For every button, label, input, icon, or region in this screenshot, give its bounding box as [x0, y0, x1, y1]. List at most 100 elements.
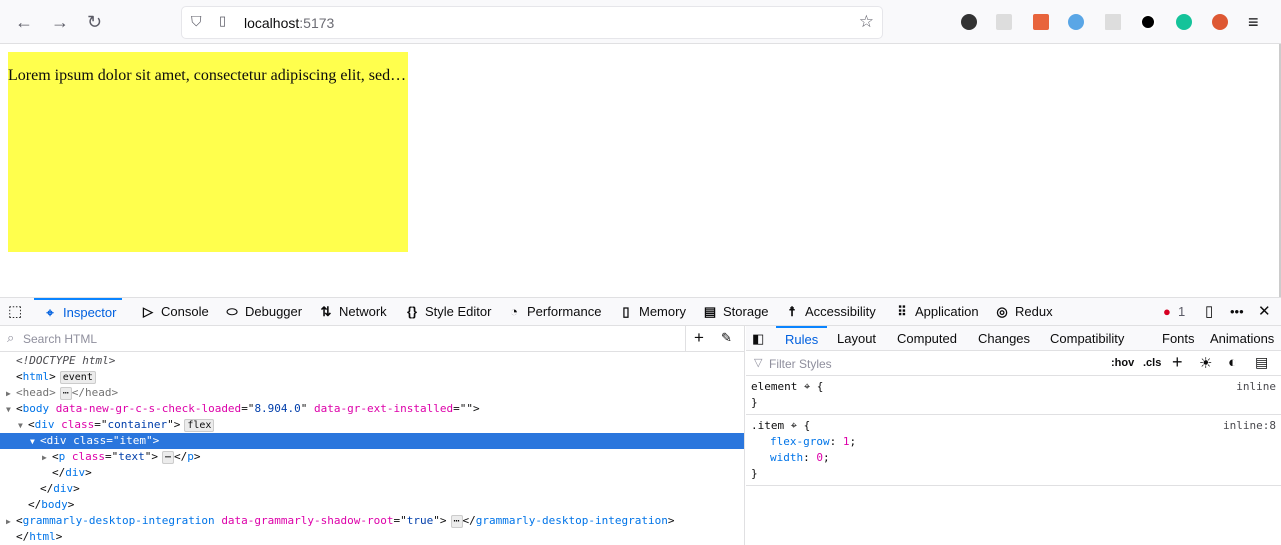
- flexbox-highlighter-icon[interactable]: ⌖ {: [797, 380, 823, 393]
- add-rule-icon[interactable]: +: [1172, 352, 1183, 373]
- extension-duckduckgo-icon[interactable]: [1212, 14, 1228, 30]
- markup-line[interactable]: ▼ <div class="item">: [0, 433, 744, 449]
- tab-redux[interactable]: ◎ Redux: [986, 298, 1059, 326]
- tab-performance[interactable]: ◔ Performance: [498, 298, 607, 326]
- tab-changes[interactable]: Changes: [969, 326, 1039, 351]
- extension-org-icon[interactable]: [1033, 14, 1049, 30]
- print-media-icon[interactable]: ▤: [1255, 354, 1268, 371]
- tab-accessibility[interactable]: ☨ Accessibility: [776, 298, 882, 326]
- markup-line[interactable]: </div>: [0, 481, 744, 497]
- markup-badge[interactable]: event: [59, 371, 96, 384]
- markup-line[interactable]: </html>: [0, 529, 744, 545]
- menu-icon[interactable]: ≡: [1248, 12, 1259, 33]
- item-text: Lorem ipsum dolor sit amet, consectetur …: [8, 67, 407, 84]
- markup-badge[interactable]: flex: [184, 419, 215, 432]
- extension-vimeo-icon[interactable]: [1068, 14, 1084, 30]
- tab-animations[interactable]: Animations: [1201, 326, 1281, 351]
- expanded-triangle-icon[interactable]: ▼: [18, 418, 28, 434]
- responsive-mode-icon[interactable]: ▯: [1205, 298, 1213, 326]
- bookmark-star-icon[interactable]: ☆: [859, 12, 874, 32]
- url-bar[interactable]: ⛉ ▯ localhost:5173 ☆: [182, 7, 882, 38]
- markup-val: text: [118, 450, 145, 463]
- extension-react-icon[interactable]: [996, 14, 1012, 30]
- rule-source[interactable]: inline:8: [1223, 418, 1276, 434]
- redux-icon: ◎: [996, 304, 1008, 319]
- css-value[interactable]: 0: [816, 451, 823, 464]
- extension-grammarly-icon[interactable]: [1176, 14, 1192, 30]
- markup-line[interactable]: ▶ <p class="text"> ⋯ </p>: [0, 449, 744, 465]
- markup-attr: data-gr-ext-installed: [314, 402, 454, 415]
- tab-fonts[interactable]: Fonts: [1153, 326, 1204, 351]
- dark-theme-icon[interactable]: ◐: [1228, 354, 1237, 371]
- url-text[interactable]: localhost:5173: [244, 15, 334, 31]
- close-icon[interactable]: ✕: [1258, 298, 1271, 326]
- tab-debugger[interactable]: ⬭ Debugger: [216, 298, 308, 326]
- accessibility-icon: ☨: [788, 304, 796, 319]
- tab-memory[interactable]: ▯ Memory: [610, 298, 692, 326]
- markup-line[interactable]: <html> event: [0, 369, 744, 385]
- css-property[interactable]: flex-grow: [751, 435, 830, 448]
- collapsed-triangle-icon[interactable]: ▶: [6, 386, 16, 402]
- tab-storage[interactable]: ▤ Storage: [694, 298, 775, 326]
- reload-icon[interactable]: ↻: [87, 12, 102, 33]
- markup-line[interactable]: </body>: [0, 497, 744, 513]
- css-property[interactable]: width: [751, 451, 803, 464]
- search-html[interactable]: ⌕ Search HTML + ✎: [0, 326, 744, 352]
- markup-pun: </: [28, 498, 42, 511]
- tab-console[interactable]: ▷ Console: [132, 298, 215, 326]
- hov-toggle[interactable]: :hov: [1111, 357, 1134, 369]
- extension-block-icon[interactable]: [1140, 14, 1156, 30]
- error-icon[interactable]: ●: [1163, 298, 1171, 326]
- extension-doc-icon[interactable]: [1105, 14, 1121, 30]
- markup-pun: </: [174, 450, 188, 463]
- error-count[interactable]: 1: [1178, 298, 1185, 326]
- element-picker-icon[interactable]: ⬚: [8, 298, 22, 326]
- debugger-icon: ⬭: [226, 304, 238, 319]
- markup-badge[interactable]: ⋯: [450, 515, 463, 528]
- eyedropper-icon[interactable]: ✎: [721, 330, 732, 346]
- cls-toggle[interactable]: .cls: [1143, 357, 1161, 369]
- expanded-triangle-icon[interactable]: ▼: [6, 402, 16, 418]
- markup-tag: p: [187, 450, 194, 463]
- tab-rules[interactable]: Rules: [776, 326, 828, 351]
- markup-line[interactable]: ▼ <body data-new-gr-c-s-check-loaded="8.9…: [0, 401, 744, 417]
- rule-source[interactable]: inline: [1236, 379, 1276, 395]
- markup-pun: =": [105, 450, 119, 463]
- collapsed-triangle-icon[interactable]: ▶: [42, 450, 52, 466]
- markup-pun: <: [16, 514, 23, 527]
- tab-layout[interactable]: Layout: [828, 326, 885, 351]
- filter-styles-input[interactable]: Filter Styles: [769, 357, 832, 371]
- markup-line[interactable]: ▼ <div class="container"> flex: [0, 417, 744, 433]
- toggle-pane-icon[interactable]: ◧: [752, 326, 764, 351]
- tab-style-editor[interactable]: {} Style Editor: [396, 298, 497, 326]
- tab-application[interactable]: ⠿ Application: [886, 298, 985, 326]
- search-input[interactable]: Search HTML: [23, 332, 97, 346]
- collapsed-triangle-icon[interactable]: ▶: [6, 514, 16, 530]
- markup-pun: </: [462, 514, 476, 527]
- light-theme-icon[interactable]: ☀: [1199, 354, 1212, 372]
- markup-line[interactable]: <!DOCTYPE html>: [0, 353, 744, 369]
- add-node-icon[interactable]: +: [694, 328, 704, 348]
- back-icon[interactable]: ←: [15, 12, 33, 33]
- tab-label: Application: [915, 304, 979, 319]
- expanded-triangle-icon[interactable]: ▼: [30, 434, 40, 450]
- rule-selector[interactable]: element: [751, 380, 797, 393]
- markup-line[interactable]: ▶ <grammarly-desktop-integration data-gra…: [0, 513, 744, 529]
- tab-network[interactable]: ⇅ Network: [310, 298, 393, 326]
- markup-badge[interactable]: ⋯: [59, 387, 72, 400]
- markup-line[interactable]: ▶ <head> ⋯ </head>: [0, 385, 744, 401]
- markup-attr: data-new-gr-c-s-check-loaded: [55, 402, 242, 415]
- flexbox-highlighter-icon[interactable]: ⌖ {: [784, 419, 810, 432]
- forward-icon[interactable]: →: [51, 12, 69, 33]
- shield-icon[interactable]: ⛉: [191, 13, 202, 30]
- filter-bar: ▽ Filter Styles :hov .cls + ☀ ◐ ▤: [746, 351, 1281, 376]
- tab-inspector[interactable]: ⌖ Inspector: [34, 298, 123, 326]
- page-icon[interactable]: ▯: [219, 13, 226, 29]
- extension-anime-icon[interactable]: [961, 14, 977, 30]
- more-options-icon[interactable]: •••: [1230, 298, 1244, 326]
- tab-computed[interactable]: Computed: [888, 326, 966, 351]
- tab-compatibility[interactable]: Compatibility: [1041, 326, 1133, 351]
- markup-line[interactable]: </div>: [0, 465, 744, 481]
- markup-badge[interactable]: ⋯: [162, 451, 175, 464]
- rule-selector[interactable]: .item: [751, 419, 784, 432]
